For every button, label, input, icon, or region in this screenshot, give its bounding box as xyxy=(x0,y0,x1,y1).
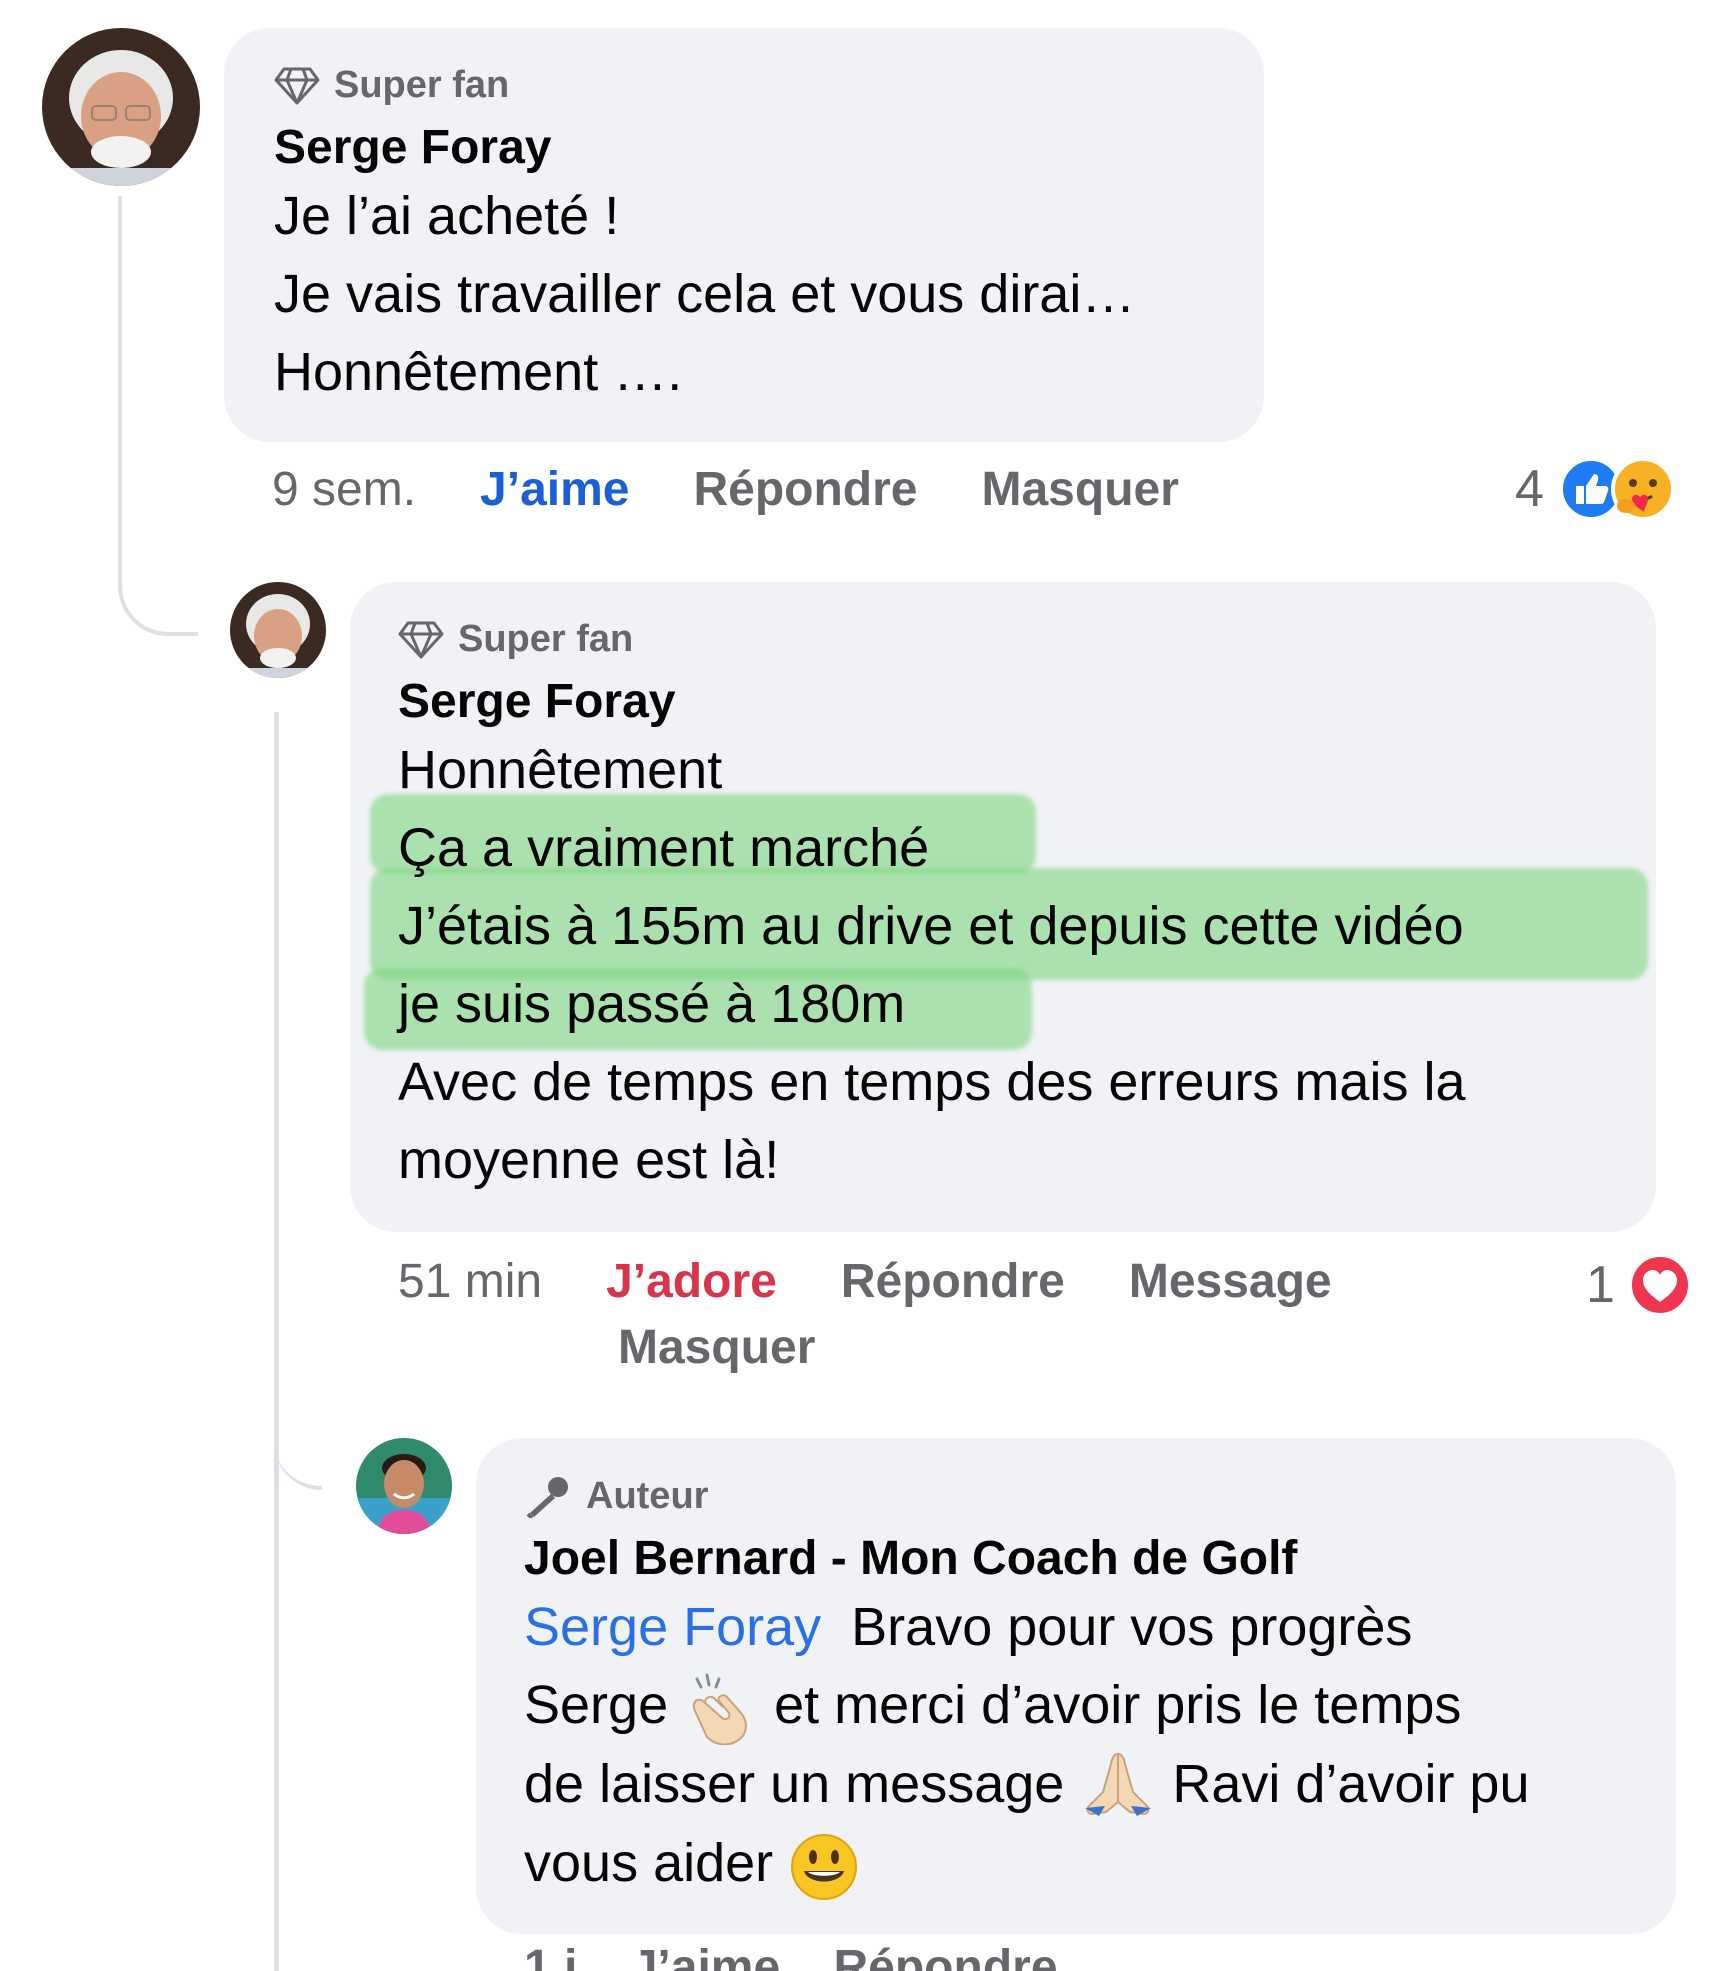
comment-line: vous aider xyxy=(524,1824,1530,1903)
comment-text: Ravi d’avoir pu xyxy=(1172,1753,1530,1814)
mention-link[interactable]: Serge Foray xyxy=(524,1597,821,1657)
super-fan-badge: Super fan xyxy=(274,64,1135,107)
comment-bubble-3: Auteur Joel Bernard - Mon Coach de Golf … xyxy=(476,1438,1676,1934)
comment-actions-2-wrap: Masquer xyxy=(618,1320,879,1375)
comment-line: Serge Foray Bravo pour vos progrès xyxy=(524,1588,1530,1666)
badge-label: Super fan xyxy=(458,618,634,660)
partial-actions-text: 1 j J’aime Répondre xyxy=(524,1941,1058,1971)
reaction-summary-1[interactable]: 4 xyxy=(1515,456,1676,522)
comment-bubble-1: Super fan Serge Foray Je l’ai acheté ! J… xyxy=(224,28,1264,442)
comment-actions-2: 51 min J’adore Répondre Message xyxy=(398,1254,1396,1309)
comment-text: de laisser un message xyxy=(524,1753,1065,1814)
avatar-serge-2[interactable] xyxy=(230,582,326,678)
folded-hands-icon xyxy=(1085,1753,1152,1817)
timestamp[interactable]: 9 sem. xyxy=(272,462,416,517)
message-button[interactable]: Message xyxy=(1129,1254,1332,1309)
smiley-icon xyxy=(791,1834,858,1901)
comment-line: de laisser un message Ravi d’avoir pu xyxy=(524,1745,1530,1825)
thread-line-2 xyxy=(274,712,279,1971)
author-badge: Auteur xyxy=(524,1474,1530,1518)
comment-text: vous aider xyxy=(524,1833,774,1894)
author-name[interactable]: Serge Foray xyxy=(274,119,1135,177)
love-icon xyxy=(1627,1253,1692,1317)
comment-line: Ça a vraiment marché xyxy=(398,818,930,878)
diamond-icon xyxy=(398,621,444,658)
love-button[interactable]: J’adore xyxy=(606,1254,777,1309)
comment-line: J’étais à 155m au drive et depuis cette … xyxy=(398,896,1464,956)
author-name[interactable]: Joel Bernard - Mon Coach de Golf xyxy=(524,1530,1530,1588)
thread-connector-2 xyxy=(274,1390,322,1490)
reply-button[interactable]: Répondre xyxy=(841,1254,1065,1309)
avatar-serge-1[interactable] xyxy=(42,28,200,186)
like-button[interactable]: J’aime xyxy=(480,462,629,517)
reaction-count: 4 xyxy=(1515,460,1544,518)
clapping-hands-icon xyxy=(692,1673,748,1745)
avatar-joel[interactable] xyxy=(356,1438,452,1534)
comment-actions-3-partial: 1 j J’aime Répondre xyxy=(524,1940,1122,1971)
hide-button[interactable]: Masquer xyxy=(982,462,1179,517)
diamond-icon xyxy=(274,67,320,104)
comment-text: et merci d’avoir pris le temps xyxy=(774,1675,1462,1735)
comment-line: Honnêtement xyxy=(398,740,723,800)
comment-line: moyenne est là! xyxy=(398,1130,780,1190)
hide-button[interactable]: Masquer xyxy=(618,1320,815,1375)
comment-text: Serge xyxy=(524,1675,669,1735)
comment-line: Je l’ai acheté ! xyxy=(274,186,620,246)
care-icon xyxy=(1610,457,1675,521)
super-fan-badge: Super fan xyxy=(398,618,1465,661)
badge-label: Super fan xyxy=(334,64,510,106)
comment-actions-1: 9 sem. J’aime Répondre Masquer xyxy=(272,462,1243,517)
comment-line: Avec de temps en temps des erreurs mais … xyxy=(398,1052,1466,1112)
author-name[interactable]: Serge Foray xyxy=(398,673,1465,731)
reply-button[interactable]: Répondre xyxy=(693,462,917,517)
microphone-icon xyxy=(526,1477,568,1518)
comment-text: Bravo pour vos progrès xyxy=(851,1597,1413,1657)
badge-label: Auteur xyxy=(586,1474,709,1517)
comment-line: Honnêtement …. xyxy=(274,342,683,402)
reaction-summary-2[interactable]: 1 xyxy=(1586,1252,1693,1318)
comment-bubble-2: Super fan Serge Foray Honnêtement Ça a v… xyxy=(350,582,1656,1232)
timestamp[interactable]: 51 min xyxy=(398,1254,542,1309)
comment-line: je suis passé à 180m xyxy=(398,974,906,1034)
reaction-count: 1 xyxy=(1586,1256,1615,1314)
comment-line: Je vais travailler cela et vous dirai… xyxy=(274,264,1136,324)
thread-connector-1 xyxy=(118,196,198,636)
comment-line: Serge et merci d’avoir pris le temps xyxy=(524,1666,1530,1745)
